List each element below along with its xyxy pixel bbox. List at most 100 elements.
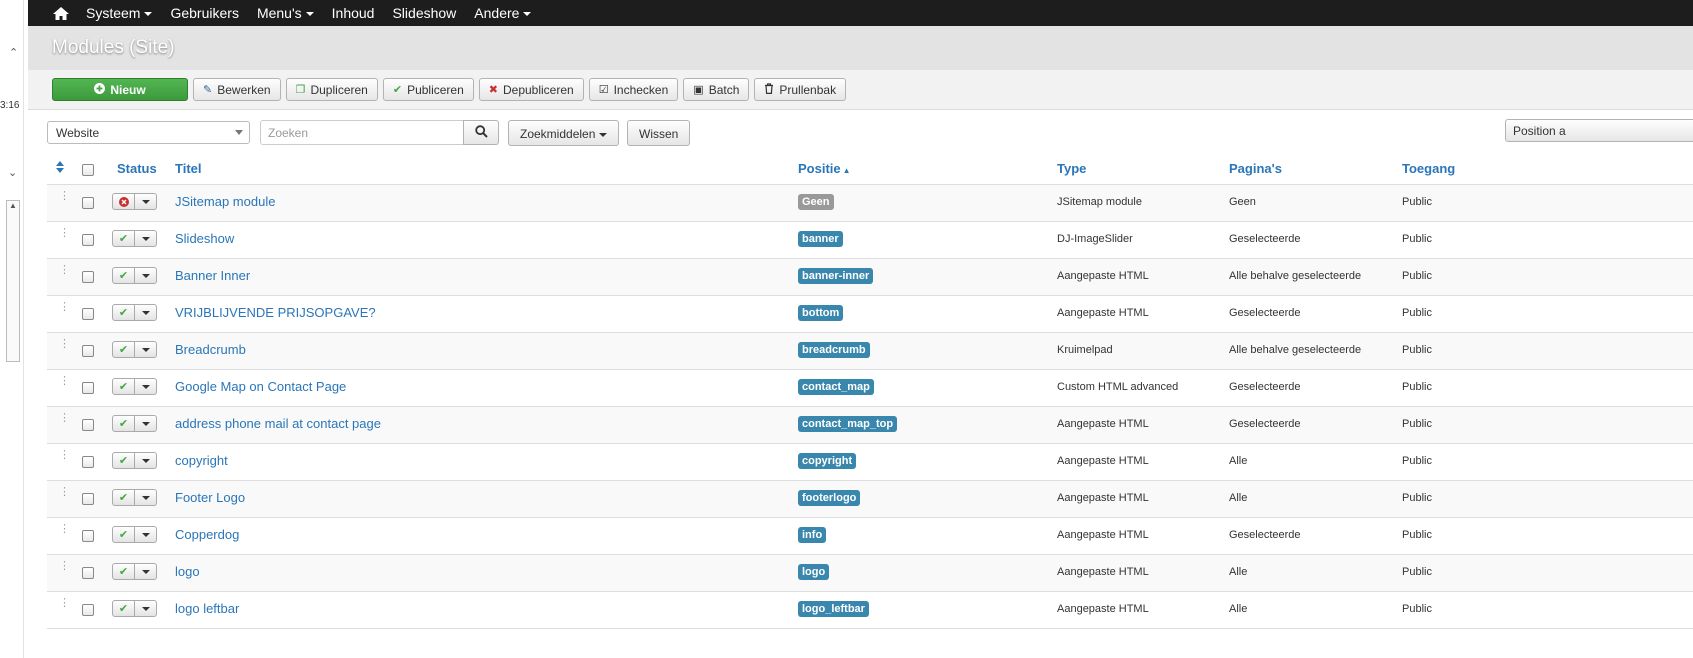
status-toggle[interactable]: ✔ [112, 489, 157, 506]
status-dropdown-toggle[interactable] [135, 305, 156, 320]
published-check-icon: ✔ [113, 564, 135, 579]
module-title-link[interactable]: JSitemap module [175, 194, 275, 209]
row-checkbox[interactable] [82, 197, 94, 209]
status-dropdown-toggle[interactable] [135, 342, 156, 357]
drag-handle-icon[interactable]: ⋮ [59, 228, 70, 239]
drag-handle-icon[interactable]: ⋮ [59, 302, 70, 313]
sort-select[interactable]: Position a [1505, 119, 1693, 142]
module-title-link[interactable]: Banner Inner [175, 268, 250, 283]
module-title-link[interactable]: Google Map on Contact Page [175, 379, 346, 394]
status-dropdown-toggle[interactable] [135, 601, 156, 616]
header-pages[interactable]: Pagina's [1229, 161, 1282, 176]
module-title-link[interactable]: logo [175, 564, 200, 579]
drag-handle-icon[interactable]: ⋮ [59, 413, 70, 424]
nav-menus[interactable]: Menu's [257, 5, 314, 21]
drag-handle-icon[interactable]: ⋮ [59, 376, 70, 387]
status-dropdown-toggle[interactable] [135, 416, 156, 431]
header-type[interactable]: Type [1057, 161, 1086, 176]
row-checkbox[interactable] [82, 271, 94, 283]
select-all-checkbox[interactable] [82, 164, 94, 176]
batch-button[interactable]: ▣ Batch [683, 78, 750, 101]
module-title-link[interactable]: Copperdog [175, 527, 239, 542]
status-toggle[interactable]: ✔ [112, 526, 157, 543]
page-title: Modules (Site) [52, 37, 175, 58]
chevron-down-icon[interactable]: ⌄ [8, 166, 17, 179]
status-toggle[interactable]: ✔ [112, 600, 157, 617]
side-scrollbar[interactable]: ▲ [6, 200, 20, 362]
ordering-sort-icon[interactable] [56, 161, 64, 176]
status-dropdown-toggle[interactable] [135, 379, 156, 394]
edit-icon: ✎ [203, 84, 213, 96]
status-toggle[interactable] [112, 193, 157, 210]
module-title-link[interactable]: Footer Logo [175, 490, 245, 505]
module-title-link[interactable]: Slideshow [175, 231, 234, 246]
header-position[interactable]: Positie ▲ [798, 161, 851, 176]
chevron-up-icon[interactable]: ⌃ [9, 46, 18, 59]
drag-handle-icon[interactable]: ⋮ [59, 598, 70, 609]
drag-handle-icon[interactable]: ⋮ [59, 191, 70, 202]
row-checkbox[interactable] [82, 567, 94, 579]
unpublish-button[interactable]: ✖ Depubliceren [478, 78, 584, 101]
drag-handle-icon[interactable]: ⋮ [59, 524, 70, 535]
publish-button[interactable]: ✔ Publiceren [382, 78, 474, 101]
status-toggle[interactable]: ✔ [112, 267, 157, 284]
header-title[interactable]: Titel [175, 161, 202, 176]
module-title-link[interactable]: logo leftbar [175, 601, 239, 616]
trash-button[interactable]: Prullenbak [754, 78, 847, 101]
row-checkbox[interactable] [82, 308, 94, 320]
clear-button[interactable]: Wissen [627, 120, 691, 146]
remove-circle-icon: ✖ [488, 84, 498, 96]
drag-handle-icon[interactable]: ⋮ [59, 265, 70, 276]
search-tools-button[interactable]: Zoekmiddelen [508, 120, 620, 146]
drag-handle-icon[interactable]: ⋮ [59, 339, 70, 350]
module-title-link[interactable]: address phone mail at contact page [175, 416, 381, 431]
status-toggle[interactable]: ✔ [112, 378, 157, 395]
status-dropdown-toggle[interactable] [135, 564, 156, 579]
header-access[interactable]: Toegang [1402, 161, 1455, 176]
nav-gebruikers[interactable]: Gebruikers [170, 5, 238, 21]
status-dropdown-toggle[interactable] [135, 453, 156, 468]
search-button[interactable] [463, 120, 499, 145]
status-dropdown-toggle[interactable] [135, 490, 156, 505]
row-checkbox[interactable] [82, 530, 94, 542]
row-checkbox[interactable] [82, 345, 94, 357]
status-toggle[interactable]: ✔ [112, 230, 157, 247]
module-title-link[interactable]: Breadcrumb [175, 342, 246, 357]
status-dropdown-toggle[interactable] [135, 268, 156, 283]
drag-handle-icon[interactable]: ⋮ [59, 561, 70, 572]
checkin-button[interactable]: ☑ Inchecken [588, 78, 679, 101]
edit-button[interactable]: ✎ Bewerken [193, 78, 281, 101]
nav-slideshow[interactable]: Slideshow [392, 5, 456, 21]
row-checkbox[interactable] [82, 456, 94, 468]
status-dropdown-toggle[interactable] [135, 194, 156, 209]
row-checkbox[interactable] [82, 382, 94, 394]
drag-handle-icon[interactable]: ⋮ [59, 487, 70, 498]
row-checkbox[interactable] [82, 493, 94, 505]
status-toggle[interactable]: ✔ [112, 341, 157, 358]
row-checkbox[interactable] [82, 234, 94, 246]
scroll-up-arrow-icon[interactable]: ▲ [9, 201, 17, 210]
row-checkbox[interactable] [82, 419, 94, 431]
status-dropdown-toggle[interactable] [135, 527, 156, 542]
status-toggle[interactable]: ✔ [112, 304, 157, 321]
new-button[interactable]: Nieuw [52, 78, 188, 101]
status-toggle[interactable]: ✔ [112, 452, 157, 469]
drag-handle-icon[interactable]: ⋮ [59, 450, 70, 461]
row-checkbox[interactable] [82, 604, 94, 616]
home-icon[interactable] [52, 6, 74, 21]
nav-systeem[interactable]: Systeem [86, 5, 153, 21]
duplicate-button[interactable]: ❐ Dupliceren [285, 78, 378, 101]
status-toggle[interactable]: ✔ [112, 563, 157, 580]
module-title-link[interactable]: copyright [175, 453, 228, 468]
nav-inhoud[interactable]: Inhoud [332, 5, 375, 21]
header-status[interactable]: Status [117, 161, 157, 176]
search-input[interactable]: Zoeken [260, 120, 464, 145]
time-label: 3:16 [0, 100, 20, 111]
client-select[interactable]: Website [47, 121, 250, 144]
module-access: Public [1402, 233, 1432, 245]
nav-andere[interactable]: Andere [474, 5, 532, 21]
status-toggle[interactable]: ✔ [112, 415, 157, 432]
module-title-link[interactable]: VRIJBLIJVENDE PRIJSOPGAVE? [175, 305, 376, 320]
caret-down-icon [141, 421, 150, 426]
status-dropdown-toggle[interactable] [135, 231, 156, 246]
